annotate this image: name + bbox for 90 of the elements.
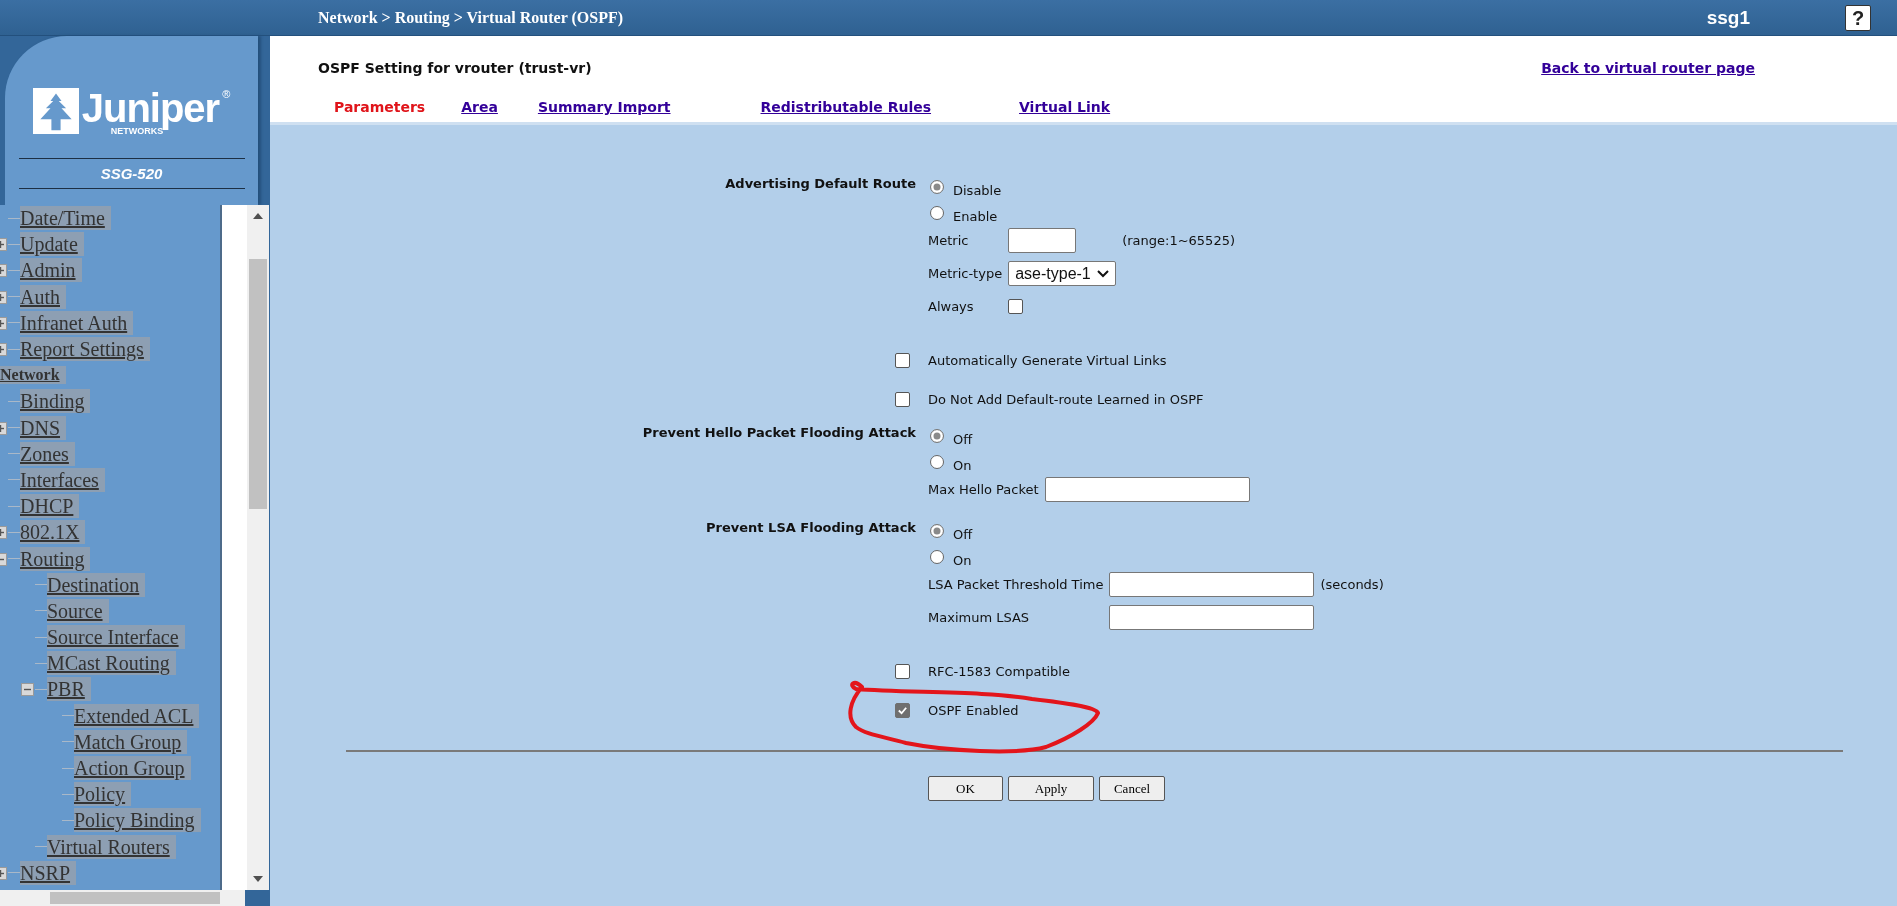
option-label: On: [953, 551, 972, 568]
nav-link[interactable]: Network: [0, 366, 66, 385]
field-label: Metric: [928, 233, 970, 248]
field-label: Maximum LSAS: [928, 610, 1031, 625]
field-label: LSA Packet Threshold Time: [928, 577, 1105, 592]
nav-link[interactable]: Action Group: [74, 756, 191, 781]
back-link[interactable]: Back to virtual router page: [1541, 60, 1755, 76]
field-hint: (seconds): [1319, 577, 1384, 592]
nav-link[interactable]: Auth: [20, 284, 66, 309]
help-button[interactable]: ?: [1845, 4, 1871, 31]
nav-link[interactable]: Match Group: [74, 729, 188, 754]
logo-subtitle: NETWORKS: [110, 126, 164, 136]
input-field[interactable]: [1044, 477, 1250, 502]
nav-link[interactable]: Source Interface: [47, 625, 185, 650]
checkbox[interactable]: [895, 392, 910, 407]
checkbox-label: Do Not Add Default-route Learned in OSPF: [928, 392, 1205, 407]
tab[interactable]: Area: [461, 99, 498, 115]
scroll-thumb[interactable]: [249, 259, 267, 509]
nav-link[interactable]: Update: [20, 232, 84, 257]
form-button[interactable]: Apply: [1008, 776, 1094, 801]
radio-button[interactable]: [930, 524, 944, 538]
expander-icon[interactable]: [21, 683, 34, 697]
check-icon: [897, 705, 908, 716]
select-field[interactable]: ase-type-1: [1008, 261, 1117, 286]
tab[interactable]: Redistributable Rules: [760, 99, 932, 115]
breadcrumb: Network > Routing > Virtual Router (OSPF): [318, 8, 624, 27]
field-label: Max Hello Packet: [928, 482, 1040, 497]
nav-link[interactable]: Admin: [20, 258, 82, 283]
option-label: On: [953, 456, 972, 473]
scroll-up-icon[interactable]: [253, 213, 263, 219]
vertical-scrollbar[interactable]: [247, 205, 269, 890]
checkbox-label: Automatically Generate Virtual Links: [928, 353, 1168, 368]
registered-mark: ®: [222, 88, 231, 100]
checkbox-label: RFC-1583 Compatible: [928, 664, 1071, 679]
device-model: SSG-520: [18, 158, 245, 189]
option-label: Disable: [953, 181, 1002, 198]
input-field[interactable]: [1008, 228, 1077, 253]
setting-label: Prevent LSA Flooding Attack: [705, 519, 916, 537]
radio-button[interactable]: [930, 550, 944, 564]
logo-wordmark: Juniper: [81, 88, 220, 128]
field-label: Always: [928, 299, 975, 314]
nav-link[interactable]: Virtual Routers: [47, 834, 176, 859]
nav-link[interactable]: Binding: [20, 389, 91, 414]
chevron-down-icon[interactable]: [1097, 269, 1110, 278]
device-name: ssg1: [1706, 6, 1750, 29]
checkbox[interactable]: [1008, 299, 1024, 314]
setting-label: Advertising Default Route: [724, 175, 916, 193]
checkbox[interactable]: [895, 353, 910, 368]
radio-button[interactable]: [930, 429, 944, 443]
radio-button[interactable]: [930, 180, 944, 194]
field-hint: (range:1~65525): [1121, 233, 1235, 248]
nav-link[interactable]: Zones: [20, 441, 75, 466]
nav-link[interactable]: NSRP: [20, 860, 77, 885]
nav-link[interactable]: Routing: [20, 546, 91, 571]
nav-link[interactable]: Date/Time: [20, 206, 111, 231]
setting-label: Prevent Hello Packet Flooding Attack: [641, 424, 916, 442]
radio-button[interactable]: [930, 455, 944, 469]
nav-link[interactable]: 802.1X: [20, 520, 86, 545]
nav-link[interactable]: Report Settings: [20, 337, 150, 362]
horizontal-scrollbar[interactable]: [0, 890, 245, 906]
nav-link[interactable]: Interfaces: [20, 467, 105, 492]
tree-icon: [32, 88, 79, 134]
input-field[interactable]: [1109, 605, 1315, 630]
checkbox-label: OSPF Enabled: [928, 703, 1020, 718]
form-button[interactable]: Cancel: [1099, 776, 1165, 801]
nav-link[interactable]: DNS: [20, 415, 66, 440]
page-title: OSPF Setting for vrouter (trust-vr): [318, 60, 592, 76]
nav-link[interactable]: Policy Binding: [74, 808, 201, 833]
option-label: Off: [953, 430, 973, 447]
tab[interactable]: Virtual Link: [1019, 99, 1111, 115]
nav-link[interactable]: Infranet Auth: [20, 310, 134, 335]
field-label: Metric-type: [928, 266, 1004, 281]
checkbox[interactable]: [895, 664, 910, 679]
scroll-thumb[interactable]: [50, 892, 220, 904]
scroll-down-icon[interactable]: [253, 876, 263, 882]
nav-link[interactable]: Extended ACL: [74, 703, 200, 728]
nav-link[interactable]: MCast Routing: [47, 651, 176, 676]
tab[interactable]: Parameters: [334, 99, 426, 115]
input-field[interactable]: [1109, 572, 1315, 597]
tab[interactable]: Summary Import: [537, 99, 671, 115]
form-button[interactable]: OK: [928, 776, 1003, 801]
nav-link[interactable]: PBR: [47, 677, 91, 702]
option-label: Enable: [953, 207, 998, 224]
nav-link[interactable]: Policy: [74, 782, 132, 807]
radio-button[interactable]: [930, 206, 944, 220]
nav-link[interactable]: Source: [47, 598, 109, 623]
nav-link[interactable]: DHCP: [20, 494, 80, 519]
option-label: Off: [953, 525, 973, 542]
checkbox[interactable]: [895, 703, 910, 718]
nav-link[interactable]: Destination: [47, 572, 146, 597]
